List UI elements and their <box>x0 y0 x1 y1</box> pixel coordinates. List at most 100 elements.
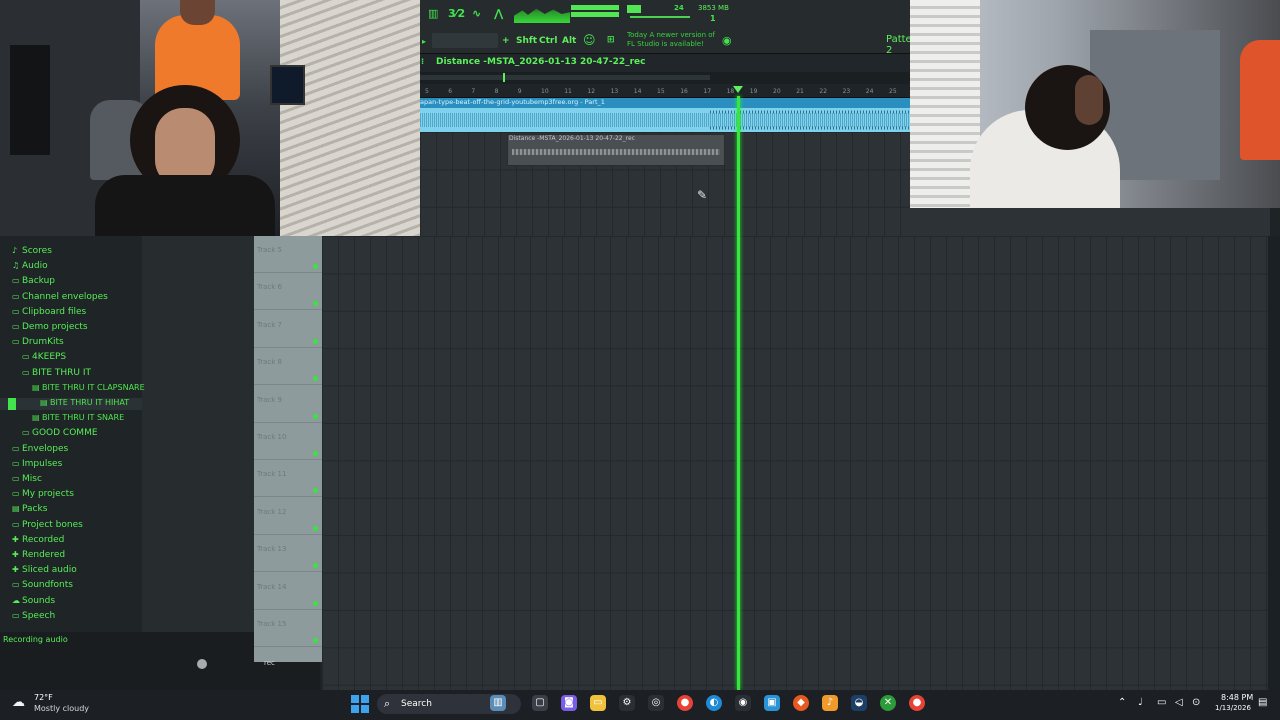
playlist-menu-icon[interactable]: ⁝ <box>421 57 424 66</box>
browser-item[interactable]: ▭ Envelopes <box>12 444 68 454</box>
playhead[interactable] <box>737 96 740 690</box>
pattern-selector[interactable]: Pattern 2 <box>432 33 922 56</box>
network-icon[interactable]: ▭ <box>1157 697 1166 708</box>
browser-item[interactable]: ▭ Speech <box>12 611 55 621</box>
tempo-icon[interactable]: 3⁄2 <box>448 7 465 20</box>
track-mute-led[interactable] <box>313 413 318 419</box>
browser-item[interactable]: ▤ BITE THRU IT HIHAT <box>40 398 129 407</box>
alt-key[interactable]: Alt <box>562 36 576 46</box>
start-button[interactable] <box>351 695 369 713</box>
track-header[interactable]: Track 12 <box>254 498 322 535</box>
track-mute-led[interactable] <box>313 301 318 307</box>
track-header[interactable]: Track 5 <box>254 236 322 273</box>
browser-item[interactable]: ✚ Rendered <box>12 550 65 560</box>
track-header[interactable]: Track 9 <box>254 386 322 423</box>
master-volume[interactable] <box>630 16 690 18</box>
shift-key[interactable]: Shft <box>516 36 537 46</box>
audio-clip-waveform[interactable] <box>420 108 910 132</box>
track-mute-led[interactable] <box>313 563 318 569</box>
snipping-icon[interactable]: ▣ <box>764 695 780 711</box>
tray-chevron-icon[interactable]: ⌃ <box>1118 697 1126 708</box>
github-icon[interactable]: ◎ <box>648 695 664 711</box>
news-panel[interactable]: Today A newer version of FL Studio is av… <box>627 31 727 49</box>
task-view-icon[interactable]: ▢ <box>532 695 548 711</box>
browser-item[interactable]: ▭ GOOD COMME <box>22 428 98 438</box>
timeline-ruler[interactable] <box>420 84 910 98</box>
chrome-icon[interactable]: ● <box>677 695 693 711</box>
track-mute-led[interactable] <box>313 451 318 456</box>
brave-icon[interactable]: ◆ <box>793 695 809 711</box>
browser-item[interactable]: ▭ Impulses <box>12 459 62 469</box>
ctrl-key[interactable]: Ctrl <box>539 36 557 46</box>
track-header[interactable]: Track 8 <box>254 348 322 386</box>
scroll-thumb[interactable] <box>420 75 710 80</box>
browser-item[interactable]: ☁ Sounds <box>12 596 55 606</box>
settings-icon[interactable]: ⚙ <box>619 695 635 711</box>
browser-item[interactable]: ✚ Sliced audio <box>12 565 77 575</box>
track-header[interactable]: Track 11 <box>254 460 322 498</box>
track-mute-led[interactable] <box>313 525 318 531</box>
playhead-marker[interactable] <box>733 86 743 93</box>
track-mute-led[interactable] <box>313 638 318 643</box>
browser-item[interactable]: ▤ BITE THRU IT SNARE <box>32 413 124 422</box>
browser-item[interactable]: ▭ Project bones <box>12 520 83 530</box>
browser-item[interactable]: ▭ 4KEEPS <box>22 352 66 362</box>
browser-item[interactable]: ▤ Packs <box>12 504 47 514</box>
weather-temperature[interactable]: 72°F <box>34 693 53 702</box>
edge-icon[interactable]: ◐ <box>706 695 722 711</box>
browser-item[interactable]: ▭ Demo projects <box>12 322 88 332</box>
globe-icon[interactable]: ◉ <box>722 34 732 47</box>
track-header[interactable]: Track 14 <box>254 573 322 610</box>
mic-icon[interactable]: ♩ <box>1138 697 1143 708</box>
track-header[interactable]: Track 15 <box>254 610 322 647</box>
browser-item[interactable]: ▭ Soundfonts <box>12 580 73 590</box>
playlist-hscroll[interactable] <box>420 72 910 84</box>
widgets-app-icon[interactable]: ▥ <box>490 695 506 711</box>
file-explorer-icon[interactable]: ▭ <box>590 695 606 711</box>
clock-date[interactable]: 1/13/2026 <box>1215 704 1251 712</box>
weather-icon[interactable]: ☁ <box>12 695 25 710</box>
track-header[interactable]: Track 13 <box>254 535 322 573</box>
track-header[interactable]: Track 6 <box>254 273 322 311</box>
playlist-vscroll[interactable] <box>1268 236 1280 690</box>
track-mute-led[interactable] <box>313 264 318 269</box>
audio-icon: ♫ <box>12 261 20 271</box>
pattern-add-button[interactable]: + <box>502 36 510 46</box>
notification-icon[interactable]: ▤ <box>1258 697 1267 708</box>
browser-item[interactable]: ▭ My projects <box>12 489 74 499</box>
track-mute-led[interactable] <box>313 338 318 344</box>
browser-item[interactable]: ▤ BITE THRU IT CLAPSNARE <box>32 383 145 392</box>
browser-item[interactable]: ▭ Backup <box>12 276 55 286</box>
play-arrow-icon[interactable]: ▸ <box>422 37 426 46</box>
browser-item[interactable]: ♪ Scores <box>12 246 52 256</box>
steam-icon[interactable]: ◒ <box>851 695 867 711</box>
browser-item[interactable]: ♫ Audio <box>12 261 48 271</box>
track-mute-led[interactable] <box>313 376 318 382</box>
browser-item[interactable]: ▭ DrumKits <box>12 337 64 347</box>
metronome-icon[interactable]: ⋀ <box>494 7 503 20</box>
fl-studio-icon[interactable]: ♪ <box>822 695 838 711</box>
playlist-grid[interactable] <box>322 236 1270 690</box>
browser-item[interactable]: ▭ BITE THRU IT <box>22 368 91 378</box>
browser-item[interactable]: ✚ Recorded <box>12 535 64 545</box>
obs-icon[interactable]: ◉ <box>735 695 751 711</box>
wave-icon[interactable]: ∿ <box>472 7 481 20</box>
chrome-2-icon[interactable]: ● <box>909 695 925 711</box>
browser-item[interactable]: ▭ Channel envelopes <box>12 292 108 302</box>
battery-icon[interactable]: ⊙ <box>1192 697 1200 708</box>
xbox-icon[interactable]: ✕ <box>880 695 896 711</box>
weather-description[interactable]: Mostly cloudy <box>34 704 89 713</box>
track-name: Track 14 <box>257 582 287 591</box>
piano-roll-icon[interactable]: ▥ <box>428 7 438 20</box>
browser-item[interactable]: ▭ Misc <box>12 474 42 484</box>
track-header[interactable]: Track 10 <box>254 423 322 460</box>
track-mute-led[interactable] <box>313 600 318 606</box>
clock-time[interactable]: 8:48 PM <box>1221 693 1253 702</box>
track-mute-led[interactable] <box>313 488 318 494</box>
track-header[interactable]: Track 7 <box>254 311 322 348</box>
browser-item[interactable]: ▭ Clipboard files <box>12 307 86 317</box>
online-icon[interactable]: ☺ <box>583 33 596 47</box>
discord-icon[interactable]: ◙ <box>561 695 577 711</box>
volume-icon[interactable]: ◁ <box>1175 697 1183 708</box>
cart-icon[interactable]: ⊞ <box>607 35 615 45</box>
